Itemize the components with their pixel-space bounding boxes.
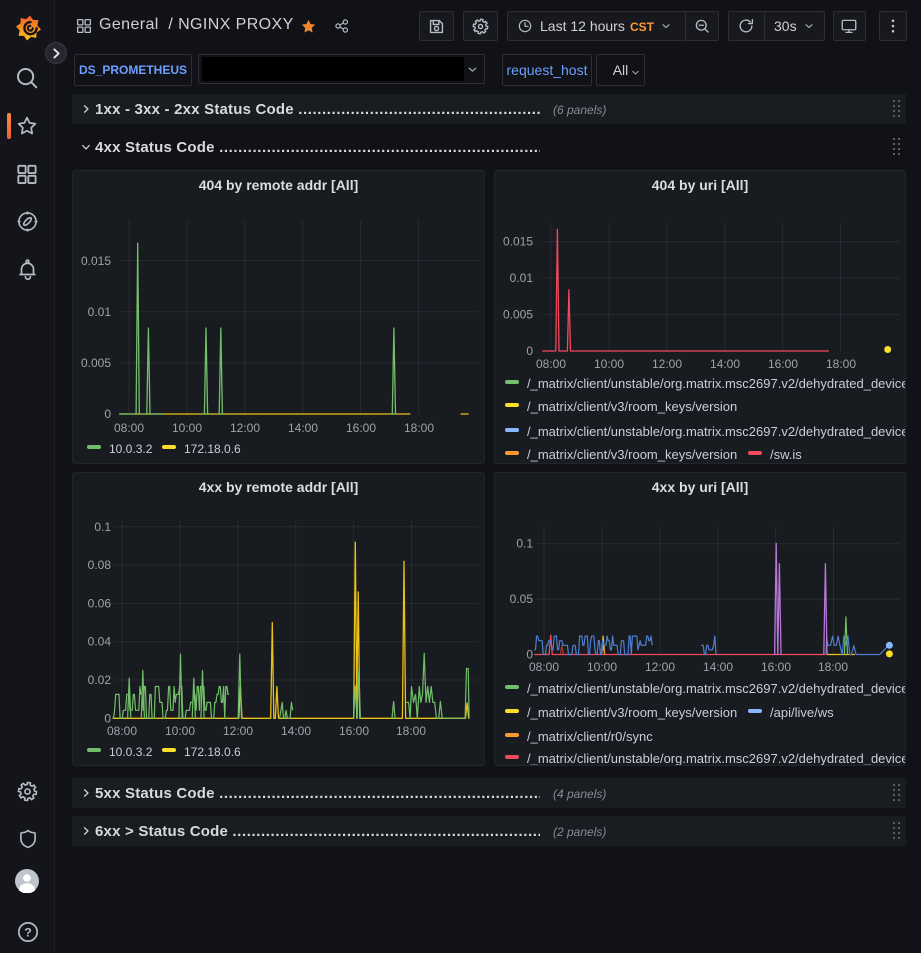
svg-text:12:00: 12:00	[223, 724, 253, 738]
svg-text:0: 0	[526, 344, 533, 358]
svg-text:12:00: 12:00	[645, 660, 675, 674]
svg-text:0.06: 0.06	[88, 596, 112, 610]
svg-text:0.1: 0.1	[516, 537, 533, 551]
svg-text:14:00: 14:00	[710, 357, 740, 371]
svg-text:16:00: 16:00	[339, 724, 369, 738]
svg-text:08:00: 08:00	[114, 421, 144, 435]
svg-text:/_matrix/client/v3/room_keys/v: /_matrix/client/v3/room_keys/version	[527, 447, 737, 462]
svg-text:/_matrix/client/unstable/org.m: /_matrix/client/unstable/org.matrix.msc2…	[527, 376, 906, 391]
svg-text:12:00: 12:00	[230, 421, 260, 435]
svg-text:?: ?	[24, 926, 32, 940]
svg-text:0.1: 0.1	[94, 520, 111, 534]
svg-text:/_matrix/client/unstable/org.m: /_matrix/client/unstable/org.matrix.msc2…	[527, 751, 906, 766]
svg-text:0.01: 0.01	[88, 305, 112, 319]
svg-text:/sw.is: /sw.is	[770, 447, 802, 462]
svg-text:0.015: 0.015	[503, 235, 533, 249]
svg-text:/_matrix/client/v3/room_keys/v: /_matrix/client/v3/room_keys/version	[527, 399, 737, 414]
svg-text:10:00: 10:00	[594, 357, 624, 371]
svg-text:16:00: 16:00	[768, 357, 798, 371]
svg-text:18:00: 18:00	[818, 660, 848, 674]
svg-text:10.0.3.2: 10.0.3.2	[109, 442, 153, 456]
svg-text:12:00: 12:00	[652, 357, 682, 371]
svg-text:/api/live/ws: /api/live/ws	[770, 705, 834, 720]
svg-text:16:00: 16:00	[346, 421, 376, 435]
svg-text:10:00: 10:00	[172, 421, 202, 435]
svg-text:08:00: 08:00	[536, 357, 566, 371]
svg-text:10:00: 10:00	[587, 660, 617, 674]
svg-text:0: 0	[104, 407, 111, 421]
svg-text:0.05: 0.05	[510, 592, 534, 606]
svg-text:/_matrix/client/unstable/org.m: /_matrix/client/unstable/org.matrix.msc2…	[527, 681, 906, 696]
svg-text:16:00: 16:00	[761, 660, 791, 674]
svg-text:0.005: 0.005	[81, 356, 111, 370]
svg-text:0.04: 0.04	[88, 635, 112, 649]
svg-text:14:00: 14:00	[281, 724, 311, 738]
svg-text:0.02: 0.02	[88, 673, 112, 687]
svg-text:08:00: 08:00	[107, 724, 137, 738]
svg-text:172.18.0.6: 172.18.0.6	[184, 745, 241, 759]
svg-text:18:00: 18:00	[826, 357, 856, 371]
svg-text:10.0.3.2: 10.0.3.2	[109, 745, 153, 759]
svg-text:18:00: 18:00	[396, 724, 426, 738]
svg-text:/_matrix/client/unstable/org.m: /_matrix/client/unstable/org.matrix.msc2…	[527, 424, 906, 439]
svg-text:/_matrix/client/v3/room_keys/v: /_matrix/client/v3/room_keys/version	[527, 705, 737, 720]
svg-text:0.005: 0.005	[503, 308, 533, 322]
svg-text:0.015: 0.015	[81, 254, 111, 268]
svg-text:0.01: 0.01	[510, 271, 534, 285]
svg-text:08:00: 08:00	[529, 660, 559, 674]
svg-text:/_matrix/client/r0/sync: /_matrix/client/r0/sync	[527, 729, 653, 744]
svg-text:10:00: 10:00	[165, 724, 195, 738]
svg-text:14:00: 14:00	[703, 660, 733, 674]
svg-text:0.08: 0.08	[88, 558, 112, 572]
svg-text:14:00: 14:00	[288, 421, 318, 435]
svg-text:172.18.0.6: 172.18.0.6	[184, 442, 241, 456]
svg-text:18:00: 18:00	[404, 421, 434, 435]
